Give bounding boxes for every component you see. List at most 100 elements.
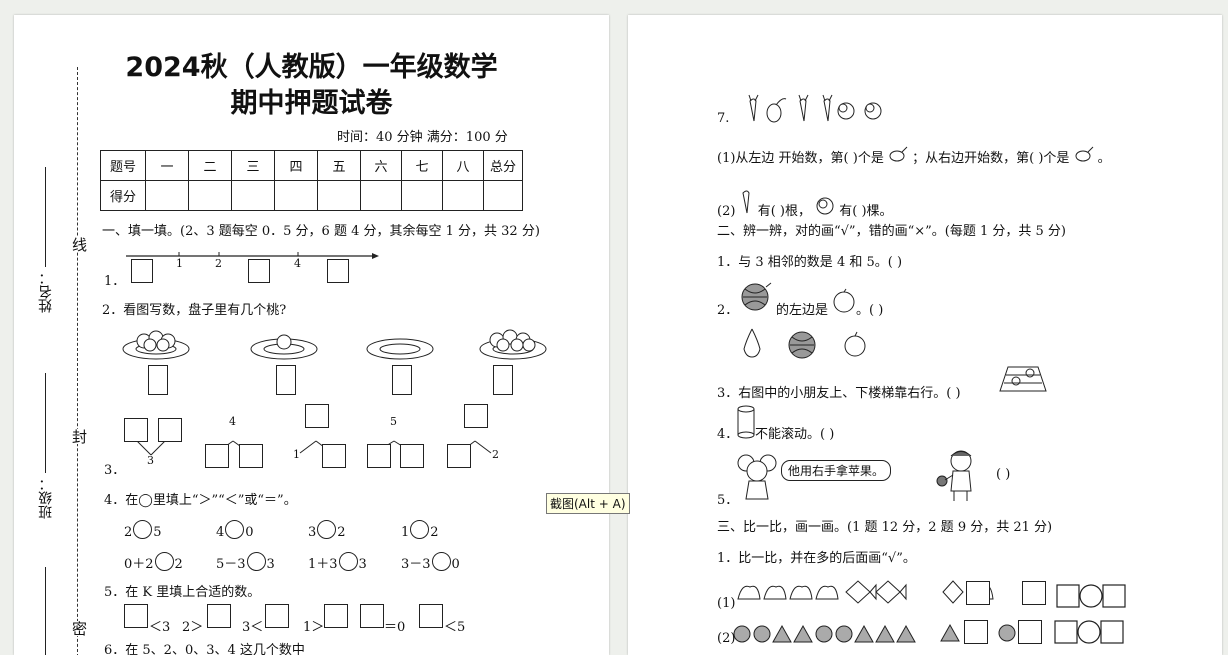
q2-answer-box[interactable]: [276, 365, 296, 395]
square-circle-square-shapes: [1054, 620, 1124, 644]
eggplant-icon: [889, 146, 908, 162]
q3-answer-box[interactable]: [239, 444, 263, 468]
score-cell[interactable]: [442, 180, 484, 211]
q1-answer-box[interactable]: [327, 259, 349, 283]
compare-circle[interactable]: [317, 520, 337, 539]
q3-answer-box[interactable]: [367, 444, 391, 468]
exam-title-line1: 2024秋（人教版）一年级数学: [125, 52, 498, 83]
q3-answer-box[interactable]: [464, 404, 488, 428]
q5-relation: ＜5: [444, 620, 466, 635]
q3-bond-number: 5: [390, 415, 397, 428]
score-cell[interactable]: [145, 180, 189, 211]
score-header-cell: 八: [442, 150, 484, 181]
class-label: 班级：: [38, 477, 54, 519]
circle-shape: [998, 624, 1016, 642]
triangle-shape: [940, 623, 960, 642]
carrot-icon: [742, 190, 750, 214]
s3-answer-box[interactable]: [1018, 620, 1042, 644]
score-cell[interactable]: [483, 180, 523, 211]
exam-page-left: 2024秋（人教版）一年级数学 期中押题试卷 时间：40 分钟 满分：100 分…: [14, 15, 609, 655]
s2-q4-number: 4．: [717, 427, 739, 442]
s2-q2-paren: 。( ): [856, 303, 884, 318]
q3-bond-number: 3: [147, 454, 154, 467]
s2-q1: 1．与 3 相邻的数是 4 和 5。( ): [717, 255, 903, 270]
score-header-cell: 四: [274, 150, 318, 181]
q5-answer-box[interactable]: [265, 604, 289, 628]
q2-answer-box[interactable]: [148, 365, 168, 395]
q3-bond-number: 1: [293, 448, 300, 461]
apple-icon: [833, 288, 855, 313]
score-row-label: 得分: [100, 180, 146, 211]
q3-answer-box[interactable]: [205, 444, 229, 468]
section3-heading: 三、比一比，画一画。(1 题 12 分，2 题 9 分，共 21 分): [717, 520, 1053, 535]
q4-item: 25: [124, 520, 162, 540]
q5-answer-box[interactable]: [207, 604, 231, 628]
s3-answer-box[interactable]: [966, 581, 990, 605]
q2-answer-box[interactable]: [392, 365, 412, 395]
class-underline: [45, 373, 46, 473]
compare-circle[interactable]: [431, 552, 451, 571]
score-cell[interactable]: [231, 180, 275, 211]
vegetables-row-illustration: [748, 94, 882, 123]
s3-answer-box[interactable]: [1022, 581, 1046, 605]
q3-answer-box[interactable]: [158, 418, 182, 442]
q5-answer-box[interactable]: [124, 604, 148, 628]
s2-q4-text: 不能滚动。( ): [755, 427, 835, 442]
q2-text: 2．看图写数，盘子里有几个桃?: [102, 303, 287, 318]
cylinder-icon: [737, 405, 755, 439]
compare-circle[interactable]: [225, 520, 245, 539]
score-header-cell: 三: [231, 150, 275, 181]
q5-answer-box[interactable]: [324, 604, 348, 628]
q1-answer-box[interactable]: [248, 259, 270, 283]
compare-circle[interactable]: [410, 520, 430, 539]
q4-item: 0＋2 2: [124, 552, 183, 572]
score-table: 题号 一 二 三 四 五 六 七 八 总分 得分: [100, 150, 523, 211]
q7-number: 7.: [717, 111, 730, 126]
binding-dashed-line: [77, 67, 78, 655]
score-cell[interactable]: [188, 180, 232, 211]
q1-number: 1．: [104, 274, 126, 289]
score-cell[interactable]: [274, 180, 318, 211]
exam-page-right: 7. (1)从左边 开始数，第( )个是 ；从右边开始数，第( )个是 。 (2…: [628, 15, 1222, 655]
q5-answer-box[interactable]: [419, 604, 443, 628]
score-header-cell: 五: [317, 150, 361, 181]
boy-with-apple-illustration: [936, 450, 972, 501]
q5-relation: 2＞: [182, 620, 204, 635]
name-underline: [45, 167, 46, 267]
watermelon-icon: [741, 282, 772, 311]
q4-text: 4．在◯里填上“＞”“＜”或“＝”。: [104, 493, 297, 508]
square-circle-square-shapes: [1056, 584, 1126, 608]
score-cell[interactable]: [317, 180, 361, 211]
compare-circle[interactable]: [246, 552, 266, 571]
s2-q2-text: 的左边是: [776, 303, 829, 318]
q1-answer-box[interactable]: [131, 259, 153, 283]
compare-circle[interactable]: [154, 552, 174, 571]
school-underline: [45, 567, 46, 655]
score-cell[interactable]: [401, 180, 443, 211]
q3-bond-number: 2: [492, 448, 499, 461]
q5-answer-box[interactable]: [360, 604, 384, 628]
q3-bond-number: 4: [229, 415, 236, 428]
score-header-cell: 二: [188, 150, 232, 181]
q3-answer-box[interactable]: [124, 418, 148, 442]
q5-relation: ＝0: [384, 620, 406, 635]
q4-item: 40: [216, 520, 254, 540]
compare-circle[interactable]: [133, 520, 153, 539]
q5-relation: ＜3: [149, 620, 171, 635]
q2-answer-box[interactable]: [493, 365, 513, 395]
score-header-cell: 七: [401, 150, 443, 181]
q3-answer-box[interactable]: [305, 404, 329, 428]
score-header-cell: 六: [360, 150, 402, 181]
score-header-cell: 总分: [483, 150, 523, 181]
eggplant-icon: [1075, 146, 1093, 162]
frogs-fish-row-illustration: [737, 580, 907, 604]
score-cell[interactable]: [360, 180, 402, 211]
q3-answer-box[interactable]: [447, 444, 471, 468]
q5-relation: 1＞: [303, 620, 325, 635]
q3-answer-box[interactable]: [322, 444, 346, 468]
s3-answer-box[interactable]: [964, 620, 988, 644]
q3-answer-box[interactable]: [400, 444, 424, 468]
compare-circle[interactable]: [338, 552, 358, 571]
time-info: 时间：40 分钟 满分：100 分: [337, 130, 508, 145]
q6-text: 6．在 5、2、0、3、4 这几个数中: [104, 643, 305, 655]
